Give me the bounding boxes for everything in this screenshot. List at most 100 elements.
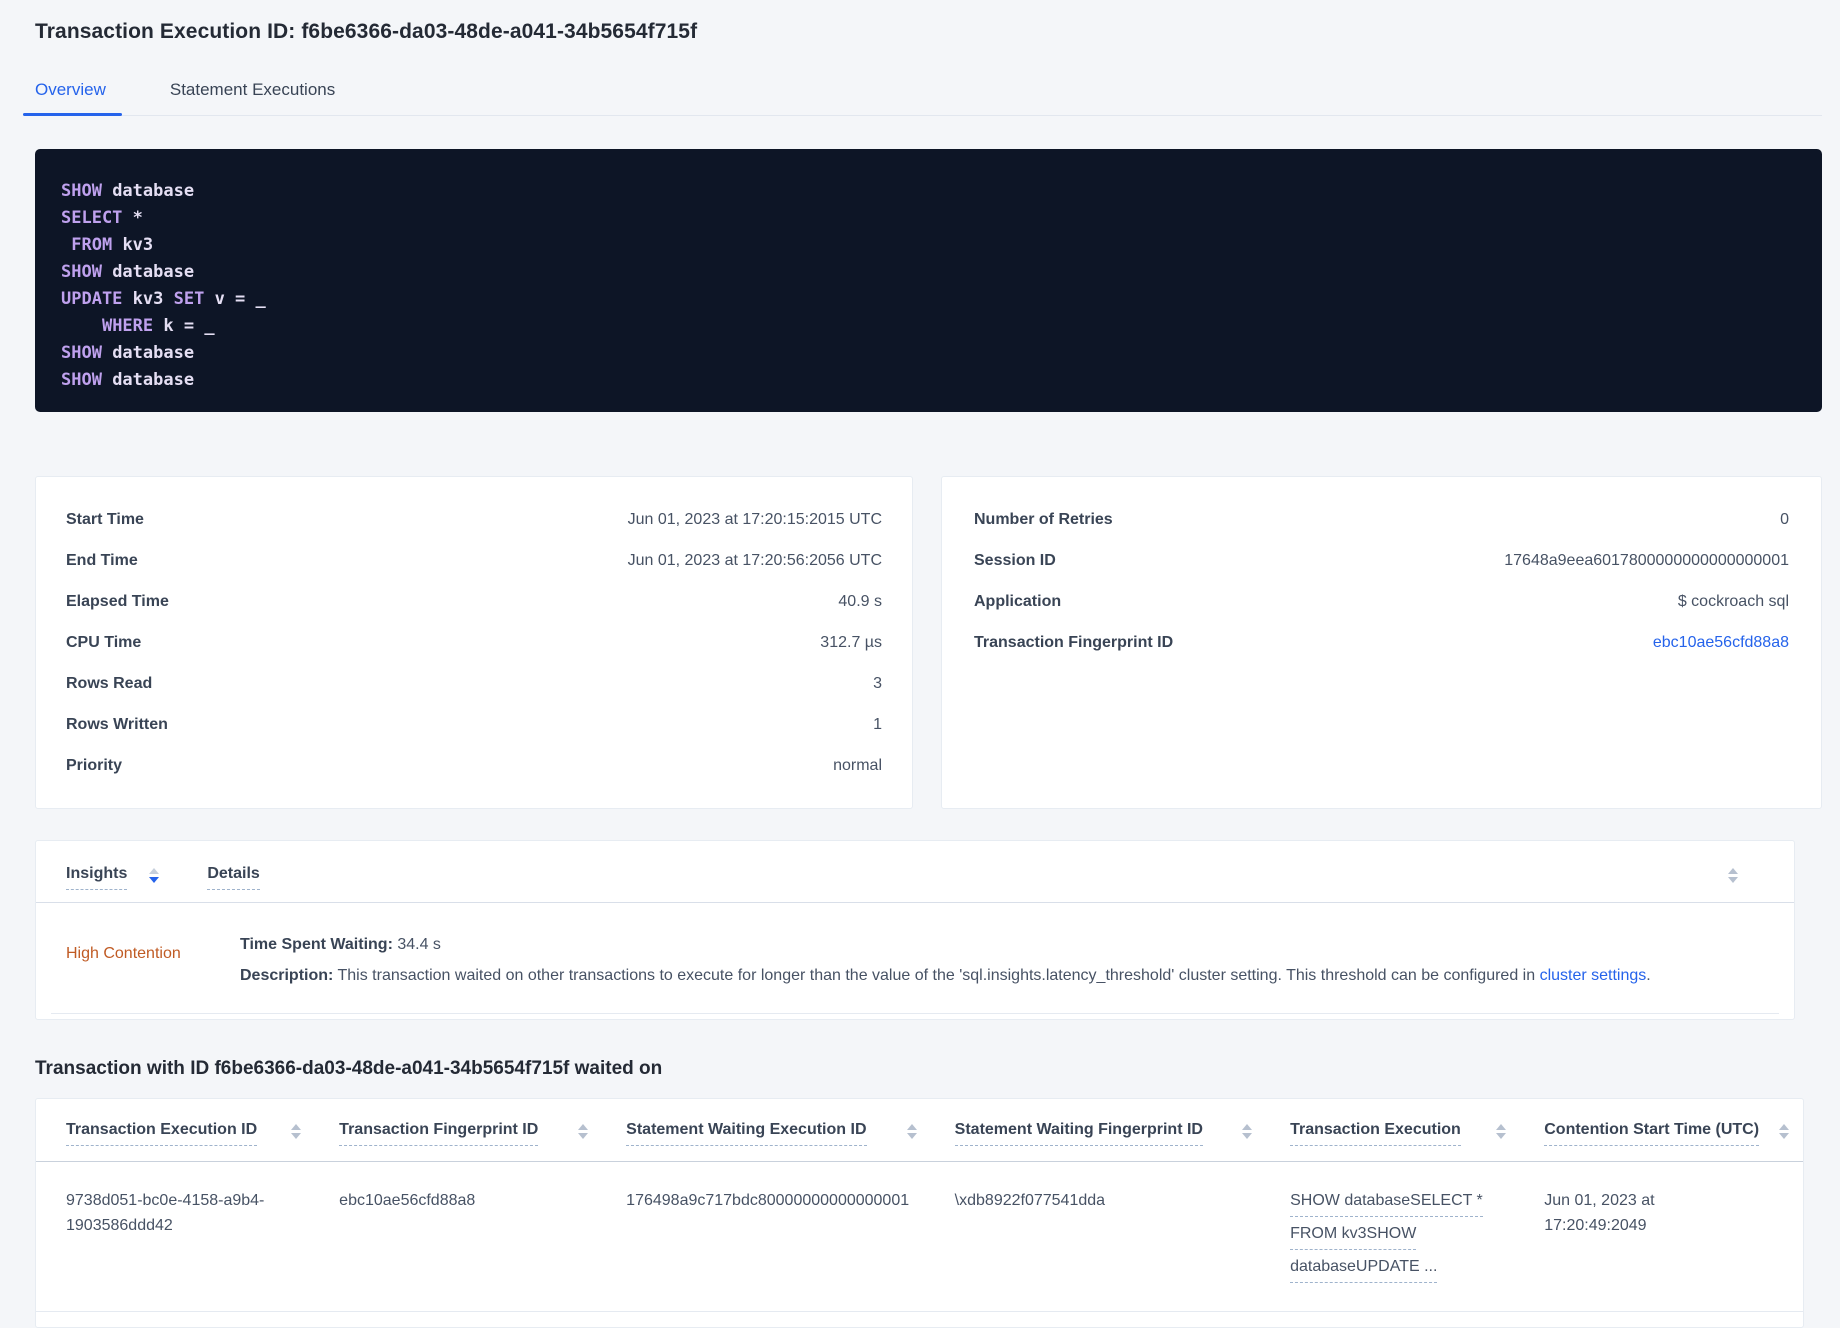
summary-row-number-of-retries: Number of Retries 0 [974, 499, 1789, 540]
sql-statements-box: SHOW database SELECT * FROM kv3 SHOW dat… [35, 149, 1822, 412]
cell-transaction-fingerprint-id: ebc10ae56cfd88a8 [339, 1192, 476, 1209]
sql-line: SHOW database [61, 259, 1796, 286]
sort-icon[interactable] [1242, 1124, 1253, 1139]
row-value: 0 [1780, 510, 1789, 528]
transaction-execution-link-line: SHOW databaseSELECT * [1290, 1188, 1483, 1217]
sql-text: database [101, 343, 195, 363]
sql-text: kv3 [112, 235, 154, 255]
column-header-contention-start-time[interactable]: Contention Start Time (UTC) [1544, 1121, 1795, 1161]
row-value: 40.9 s [838, 592, 882, 610]
sort-desc-icon [578, 1133, 589, 1139]
column-header-transaction-execution[interactable]: Transaction Execution [1290, 1121, 1544, 1161]
column-header-transaction-execution-id[interactable]: Transaction Execution ID [66, 1121, 339, 1161]
column-label: Statement Waiting Execution ID [626, 1121, 867, 1146]
sort-desc-icon [906, 1133, 917, 1139]
transaction-execution-link-line: databaseUPDATE ... [1290, 1254, 1438, 1283]
waited-on-heading: Transaction with ID f6be6366-da03-48de-a… [35, 1058, 663, 1079]
tab-overview[interactable]: Overview [23, 74, 122, 116]
row-label: End Time [66, 551, 138, 569]
transaction-execution-link-line: FROM kv3SHOW [1290, 1221, 1417, 1250]
sql-keyword: WHERE [101, 316, 154, 336]
row-value: Jun 01, 2023 at 17:20:56:2056 UTC [627, 551, 882, 569]
sql-text: database [101, 181, 195, 201]
sort-icon[interactable] [578, 1124, 589, 1139]
sql-line: SELECT * [61, 205, 1796, 232]
sql-text: database [101, 262, 195, 282]
cell-statement-waiting-fingerprint-id: \xdb8922f077541dda [954, 1192, 1106, 1209]
sort-asc-icon [1242, 1124, 1253, 1130]
sql-line: SHOW database [61, 178, 1796, 205]
column-label: Transaction Fingerprint ID [339, 1121, 539, 1146]
time-spent-waiting-value: 34.4 s [392, 936, 441, 953]
row-label: Number of Retries [974, 510, 1113, 528]
tabbar: Overview Statement Executions [23, 74, 1822, 116]
sort-asc-icon [1496, 1124, 1507, 1130]
cluster-settings-link[interactable]: cluster settings [1540, 967, 1647, 984]
insight-details: Time Spent Waiting: 34.4 s Description: … [240, 929, 1651, 991]
table-row: 9738d051-bc0e-4158-a9b4-1903586ddd42 ebc… [36, 1162, 1803, 1312]
page-title: Transaction Execution ID: f6be6366-da03-… [35, 20, 698, 43]
sort-icon[interactable] [1778, 1124, 1789, 1139]
sql-keyword: UPDATE [61, 289, 123, 309]
sort-icon[interactable] [1728, 868, 1738, 883]
summary-row-start-time: Start Time Jun 01, 2023 at 17:20:15:2015… [66, 499, 882, 540]
insights-table: Insights Details High Contention Time Sp… [35, 840, 1795, 1020]
row-label: Elapsed Time [66, 592, 169, 610]
sort-desc-icon [149, 877, 160, 883]
time-spent-waiting: Time Spent Waiting: 34.4 s [240, 929, 1651, 960]
sql-line: FROM kv3 [61, 232, 1796, 259]
summary-row-rows-written: Rows Written 1 [66, 704, 882, 745]
sql-line: SHOW database [61, 340, 1796, 367]
sql-line: SHOW database [61, 367, 1796, 394]
row-value: 1 [873, 715, 882, 733]
column-header-statement-waiting-execution-id[interactable]: Statement Waiting Execution ID [626, 1121, 955, 1161]
column-label: Transaction Execution [1290, 1121, 1461, 1146]
summary-row-transaction-fingerprint-id: Transaction Fingerprint ID ebc10ae56cfd8… [974, 622, 1789, 663]
sql-text: * [122, 208, 143, 228]
column-header-details[interactable]: Details [207, 865, 260, 890]
insight-row: High Contention Time Spent Waiting: 34.4… [36, 903, 1794, 991]
column-header-insights[interactable]: Insights [66, 865, 128, 890]
summary-row-rows-read: Rows Read 3 [66, 663, 882, 704]
sort-desc-icon [1728, 877, 1738, 883]
summary-row-priority: Priority normal [66, 745, 882, 786]
cell-transaction-execution-id: 9738d051-bc0e-4158-a9b4-1903586ddd42 [66, 1192, 265, 1234]
sort-icon[interactable] [1496, 1124, 1507, 1139]
column-label: Transaction Execution ID [66, 1121, 258, 1146]
transaction-fingerprint-link[interactable]: ebc10ae56cfd88a8 [1653, 634, 1789, 652]
transaction-summary-card: Start Time Jun 01, 2023 at 17:20:15:2015… [35, 476, 913, 809]
time-spent-waiting-label: Time Spent Waiting: [240, 936, 393, 953]
description-text: This transaction waited on other transac… [333, 967, 1540, 984]
tab-statement-executions[interactable]: Statement Executions [170, 74, 335, 115]
sort-icon[interactable] [291, 1124, 302, 1139]
description-label: Description: [240, 967, 334, 984]
sql-keyword: SELECT [61, 208, 123, 228]
summary-row-elapsed-time: Elapsed Time 40.9 s [66, 581, 882, 622]
sort-icon[interactable] [149, 868, 160, 883]
sql-text: database [101, 370, 195, 390]
transaction-execution-link[interactable]: SHOW databaseSELECT * FROM kv3SHOW datab… [1290, 1188, 1506, 1283]
row-label: Priority [66, 756, 123, 774]
sort-desc-icon [1242, 1133, 1253, 1139]
summary-row-application: Application $ cockroach sql [974, 581, 1789, 622]
row-label: Session ID [974, 551, 1056, 569]
row-label: Application [974, 592, 1062, 610]
row-value: normal [833, 756, 882, 774]
row-label: Start Time [66, 510, 144, 528]
column-label: Statement Waiting Fingerprint ID [954, 1121, 1203, 1146]
row-value: $ cockroach sql [1677, 592, 1789, 610]
sql-keyword: SHOW [61, 370, 102, 390]
column-header-statement-waiting-fingerprint-id[interactable]: Statement Waiting Fingerprint ID [954, 1121, 1290, 1161]
sort-asc-icon [1778, 1124, 1789, 1130]
divider [51, 1013, 1779, 1014]
insight-type-label: High Contention [66, 945, 181, 962]
sort-icon[interactable] [906, 1124, 917, 1139]
column-header-transaction-fingerprint-id[interactable]: Transaction Fingerprint ID [339, 1121, 626, 1161]
sort-desc-icon [1778, 1133, 1789, 1139]
sql-text: kv3 [122, 289, 174, 309]
cell-statement-waiting-execution-id: 176498a9c717bdc80000000000000001 [626, 1192, 910, 1209]
sql-keyword: SHOW [61, 343, 102, 363]
cell-contention-start-time: Jun 01, 2023 at 17:20:49:2049 [1544, 1192, 1655, 1234]
insights-table-header: Insights Details [36, 841, 1794, 890]
